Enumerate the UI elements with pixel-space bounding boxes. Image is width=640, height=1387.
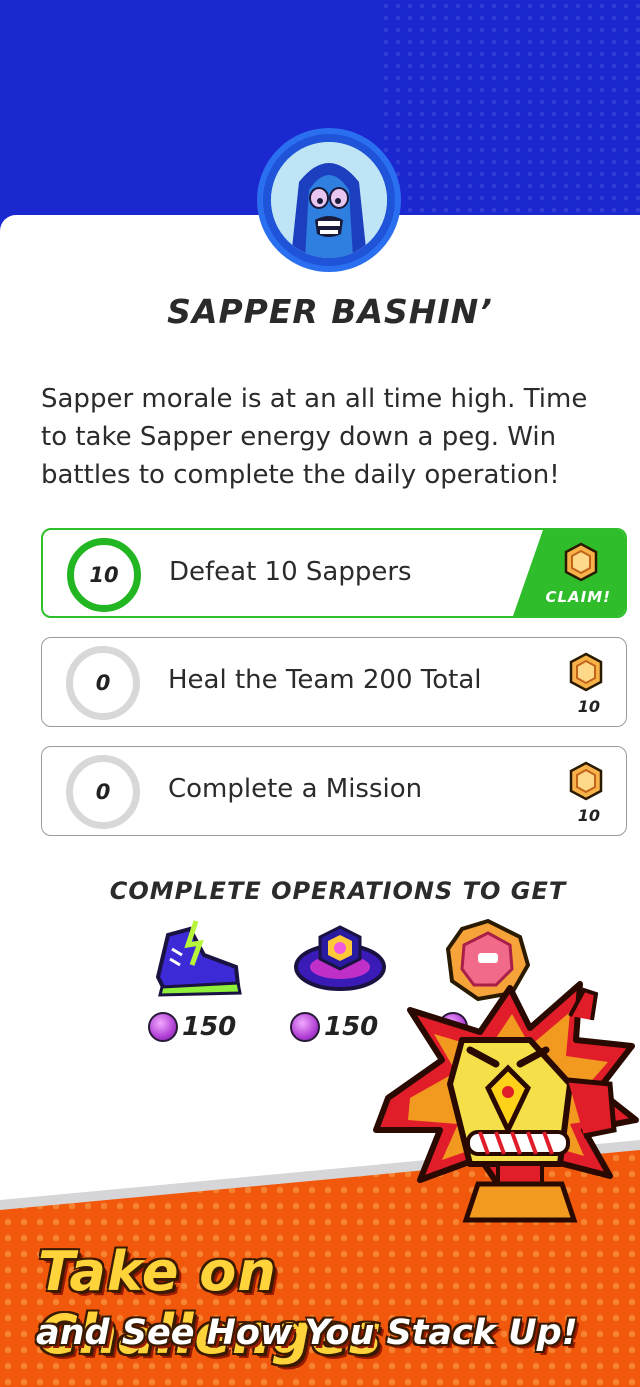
task-row-defeat-sappers[interactable]: 10 Defeat 10 Sappers CLAIM!: [41, 528, 627, 618]
claim-button[interactable]: CLAIM!: [513, 530, 625, 616]
reward-price: 150: [148, 1012, 258, 1042]
operation-description: Sapper morale is at an all time high. Ti…: [41, 384, 588, 490]
gem-icon: [148, 1012, 178, 1042]
task-label: Defeat 10 Sappers: [169, 557, 412, 587]
rewards-title: COMPLETE OPERATIONS TO GET: [109, 877, 567, 905]
task-row-heal-team[interactable]: 0 Heal the Team 200 Total 10: [41, 637, 627, 727]
task-progress-ring: 10: [67, 538, 141, 612]
sapper-face-icon: [271, 142, 387, 258]
sneaker-icon: [155, 920, 242, 997]
sapper-avatar: [257, 128, 401, 272]
task-progress-ring: 0: [66, 755, 140, 829]
promo-subheadline: and See How You Stack Up!: [36, 1313, 578, 1353]
task-reward-amount: 10: [577, 697, 600, 716]
mascot-character-icon: [373, 981, 639, 1223]
claim-label: CLAIM!: [545, 588, 611, 606]
task-row-complete-mission[interactable]: 0 Complete a Mission 10: [41, 746, 627, 836]
coin-icon: [564, 542, 598, 582]
task-label: Complete a Mission: [168, 774, 423, 804]
header-pattern: [380, 0, 640, 240]
coin-icon: [569, 652, 603, 692]
coin-icon: [569, 761, 603, 801]
task-reward-amount: 10: [577, 806, 600, 825]
task-label: Heal the Team 200 Total: [168, 665, 482, 695]
reward-item-sneaker[interactable]: 150: [148, 915, 258, 1055]
operation-title: SAPPER BASHIN’: [167, 292, 493, 331]
task-progress-ring: 0: [66, 646, 140, 720]
gem-icon: [290, 1012, 320, 1042]
